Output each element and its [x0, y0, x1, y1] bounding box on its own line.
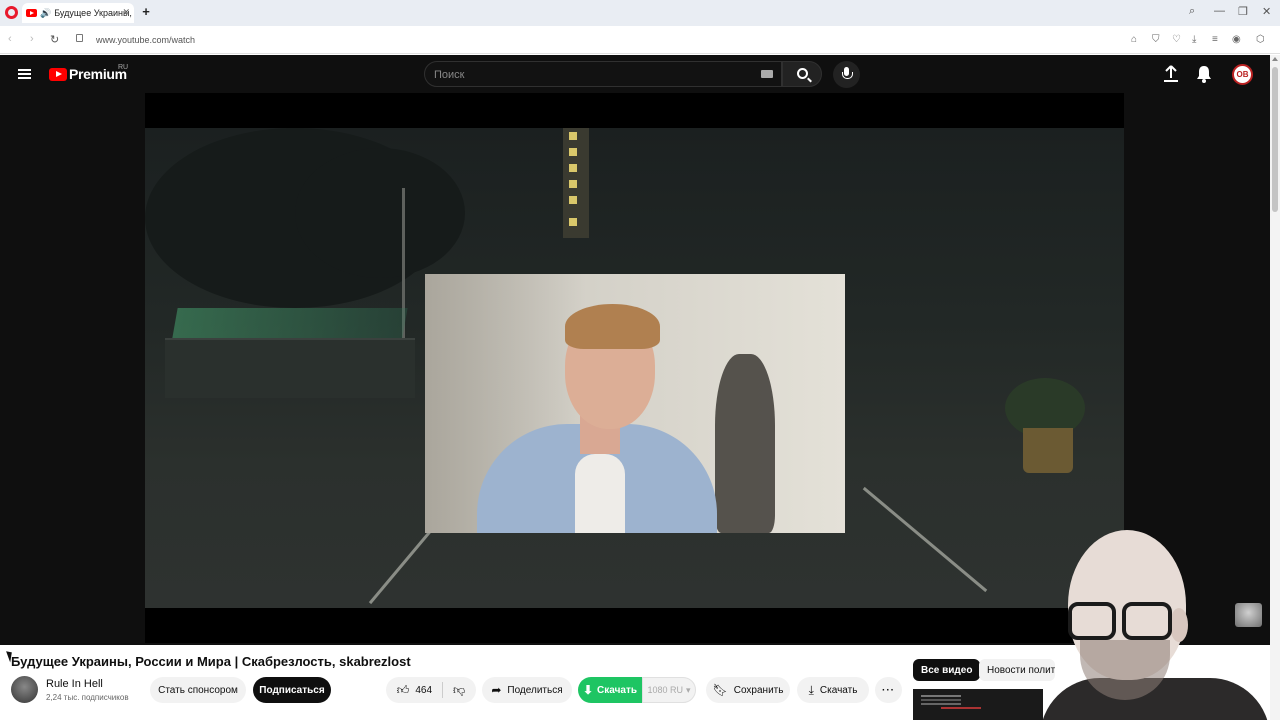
close-tab-icon[interactable]: ✕: [122, 7, 130, 18]
minimize-icon[interactable]: —: [1214, 5, 1225, 17]
account-avatar[interactable]: ОВ: [1232, 64, 1253, 85]
person-hair: [565, 304, 660, 349]
download-button[interactable]: ⤓ Скачать: [797, 677, 869, 703]
lock-icon: [76, 34, 83, 42]
download-icon[interactable]: ⤓: [1192, 34, 1196, 45]
cube-icon[interactable]: ⬡: [1256, 34, 1265, 45]
search-button[interactable]: [782, 61, 822, 87]
window-light: [569, 132, 577, 140]
channel-name[interactable]: Rule In Hell: [46, 678, 103, 690]
forward-icon[interactable]: ›: [30, 33, 34, 45]
save-label: Сохранить: [733, 684, 784, 696]
window-light: [569, 180, 577, 188]
chip-all-videos[interactable]: Все видео: [913, 659, 981, 681]
share-button[interactable]: ➦ Поделиться: [482, 677, 572, 703]
new-tab-button[interactable]: +: [139, 5, 153, 19]
road-line: [862, 486, 988, 593]
bookmark-icon: 🔖︎: [712, 683, 728, 697]
like-dislike-group: 👍︎ 464 👎︎: [386, 677, 476, 703]
window-light: [569, 218, 577, 226]
divider: [442, 682, 444, 698]
close-window-icon[interactable]: ✕: [1262, 5, 1271, 18]
more-actions-button[interactable]: ···: [875, 677, 902, 703]
fence-shape: [165, 338, 415, 398]
back-icon[interactable]: ‹: [8, 33, 12, 45]
green-roof: [172, 308, 408, 338]
address-bar: ‹ › ↻ www.youtube.com/watch ⌂ ⛉ ♡ ⤓ ≡ ◉ …: [0, 26, 1280, 76]
search-box: [424, 61, 782, 87]
download-arrow-icon: ⬇: [582, 683, 594, 697]
search-icon: [797, 68, 808, 79]
glasses-left-lens: [1068, 602, 1116, 640]
search-tabs-icon[interactable]: ⌕: [1189, 5, 1195, 18]
region-label: RU: [118, 64, 129, 71]
video-title: Будущее Украины, России и Мира | Скабрез…: [11, 654, 411, 669]
glasses-right-lens: [1122, 602, 1172, 640]
subscribe-button[interactable]: Подписаться: [253, 677, 331, 703]
quality-label: 1080 RU: [647, 685, 683, 695]
camera-icon[interactable]: ⌂: [1131, 34, 1137, 45]
streamer-webcam-overlay: [1040, 528, 1270, 720]
window-light: [569, 148, 577, 156]
upload-icon[interactable]: [1163, 65, 1179, 83]
shield-icon[interactable]: ⛉: [1152, 34, 1160, 45]
browser-tab[interactable]: 🔊 Будущее Украины, Р ✕: [22, 3, 134, 23]
opera-menu-icon[interactable]: [5, 6, 18, 19]
hamburger-menu-icon[interactable]: [18, 69, 31, 79]
restore-icon[interactable]: ❐: [1238, 5, 1248, 18]
download-label: Скачать: [819, 684, 858, 696]
person-shadow: [715, 354, 775, 533]
subscriber-count: 2,24 тыс. подписчиков: [46, 693, 129, 702]
chevron-down-icon: ▾: [686, 684, 691, 695]
channel-avatar[interactable]: [11, 676, 38, 703]
like-count[interactable]: 464: [415, 685, 432, 696]
sponsor-button[interactable]: Стать спонсором: [150, 677, 246, 703]
scroll-up-icon[interactable]: [1272, 57, 1278, 61]
speaker-icon[interactable]: 🔊: [40, 8, 51, 19]
profile-icon[interactable]: ◉: [1232, 34, 1241, 45]
like-icon[interactable]: 👍︎: [397, 683, 410, 698]
tree-shape: [295, 148, 465, 278]
url-field[interactable]: www.youtube.com/watch: [96, 35, 195, 45]
browser-tab-bar: 🔊 Будущее Украины, Р ✕ + ⌕ — ❐ ✕: [0, 0, 1280, 26]
voice-search-button[interactable]: [833, 61, 860, 88]
save-button[interactable]: 🔖︎ Сохранить: [706, 677, 790, 703]
extension-download-button[interactable]: ⬇ Скачать: [578, 677, 642, 703]
scrollbar-thumb[interactable]: [1272, 67, 1278, 212]
search-input[interactable]: [434, 67, 754, 82]
window-light: [569, 196, 577, 204]
keyboard-icon[interactable]: [761, 70, 773, 78]
youtube-favicon-icon: [26, 9, 37, 17]
heart-icon[interactable]: ♡: [1172, 34, 1181, 45]
share-label: Поделиться: [507, 684, 563, 696]
window-light: [569, 164, 577, 172]
more-icon: ···: [882, 684, 895, 696]
video-player[interactable]: [145, 93, 1124, 643]
planter-shape: [1023, 428, 1073, 473]
streamer-ear: [1170, 608, 1188, 642]
reload-icon[interactable]: ↻: [50, 33, 59, 46]
embedded-webcam-view: [425, 274, 845, 533]
youtube-logo-icon[interactable]: [49, 68, 67, 81]
extension-download-label: Скачать: [597, 684, 637, 696]
page-scrollbar[interactable]: [1270, 55, 1280, 720]
video-frame: [145, 128, 1124, 608]
recommended-video-thumbnail[interactable]: [913, 689, 1043, 720]
dislike-icon[interactable]: 👎︎: [453, 683, 465, 698]
person-shirt: [575, 454, 625, 533]
menu-icon[interactable]: ≡: [1212, 34, 1218, 45]
notifications-bell-icon[interactable]: [1196, 65, 1212, 83]
download-icon: ⤓: [808, 682, 814, 697]
quality-select[interactable]: 1080 RU ▾: [642, 677, 696, 703]
share-icon: ➦: [491, 683, 502, 697]
